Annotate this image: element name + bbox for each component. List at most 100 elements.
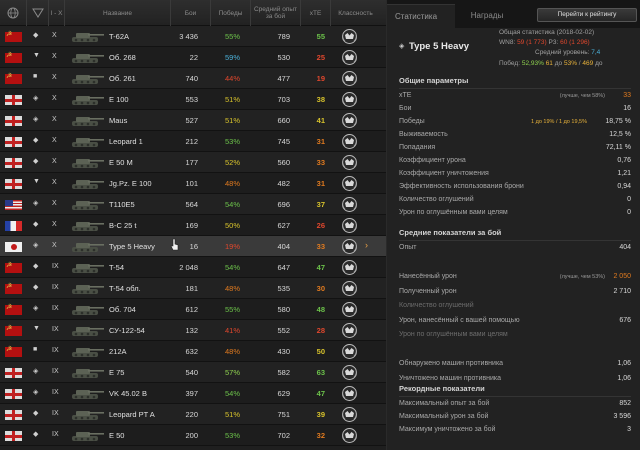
tier-cell: X — [52, 95, 57, 102]
stat-row: Эффективность использования брони 0,94 — [399, 183, 631, 195]
vehicle-type-icon: ◆ — [33, 32, 39, 39]
usa-flag-icon — [5, 200, 22, 210]
battles-cell: 200 — [185, 431, 198, 440]
xte-cell: 48 — [316, 305, 325, 314]
table-row[interactable]: ▼ IX СУ-122-54 132 41% 552 28 — [0, 320, 386, 341]
divider — [399, 88, 631, 89]
mastery-header[interactable]: Классность — [330, 0, 380, 26]
vehicle-name: T110E5 — [109, 200, 135, 209]
table-row[interactable]: ◈ X Maus 527 51% 660 41 — [0, 110, 386, 131]
table-row[interactable]: ■ X Об. 261 740 44% 477 19 — [0, 68, 386, 89]
stat-label: Нанесённый урон — [399, 273, 457, 280]
germany-flag-icon — [5, 410, 22, 420]
vehicle-name: Об. 704 — [109, 305, 136, 314]
table-row[interactable]: ◈ X Type 5 Heavy 16 19% 404 33 › — [0, 236, 386, 257]
xte-cell: 26 — [316, 221, 325, 230]
wins-cell: 48% — [224, 179, 240, 188]
stat-label: Урон, нанесённый с вашей помощью — [399, 316, 520, 324]
avg-exp-cell: 580 — [277, 305, 290, 314]
table-row[interactable]: ◆ X E 50 M 177 52% 560 33 — [0, 152, 386, 173]
table-row[interactable]: ◆ IX T-54 обл. 181 48% 535 30 — [0, 278, 386, 299]
wins-header[interactable]: Победы — [210, 0, 250, 26]
battles-cell: 181 — [185, 284, 198, 293]
wins-cell: 44% — [224, 74, 240, 83]
stat-label: Максимальный опыт за бой — [399, 400, 490, 407]
stat-value: 404 — [619, 244, 631, 251]
stat-label: Количество оглушений — [399, 196, 474, 203]
mastery-badge-icon — [342, 302, 357, 317]
battles-cell: 564 — [185, 200, 198, 209]
battles-cell: 22 — [189, 53, 198, 62]
tier-header[interactable]: I - X — [48, 0, 64, 26]
stat-value: 16 — [623, 105, 631, 112]
vehicle-type-icon: ■ — [33, 346, 38, 353]
vehicle-name: Maus — [109, 116, 128, 125]
table-row[interactable]: ◈ X E 100 553 51% 703 38 — [0, 89, 386, 110]
battles-header[interactable]: Бои — [170, 0, 210, 26]
stat-row: Урон по оглушённым вами целям — [399, 331, 631, 343]
name-header[interactable]: Название — [64, 0, 170, 26]
ussr-flag-icon — [5, 51, 22, 63]
battles-cell: 220 — [185, 410, 198, 419]
mastery-badge-icon — [342, 113, 357, 128]
germany-flag-icon — [5, 368, 22, 378]
table-row[interactable]: ◈ IX E 75 540 57% 582 63 — [0, 362, 386, 383]
table-row[interactable]: ◆ IX T-54 2 048 54% 647 47 — [0, 257, 386, 278]
vehicle-type-icon: ◈ — [33, 95, 39, 102]
avg-exp-header[interactable]: Средний опыт за бой — [250, 0, 300, 26]
tank-thumbnail-icon — [72, 306, 104, 315]
mastery-badge-icon — [342, 407, 357, 422]
table-row[interactable]: ■ IX 212A 632 48% 430 50 — [0, 341, 386, 362]
table-row[interactable]: ◈ IX VK 45.02 B 397 54% 629 47 — [0, 383, 386, 404]
ussr-flag-icon — [5, 345, 22, 357]
vehicle-type-icon: ◆ — [33, 431, 39, 438]
tank-thumbnail-icon — [72, 138, 104, 147]
tank-thumbnail-icon — [72, 75, 104, 84]
stat-value: 3 — [627, 426, 631, 433]
table-row[interactable]: ◆ X B-C 25 t 169 50% 627 26 — [0, 215, 386, 236]
table-row[interactable]: ◆ IX Leopard PT A 220 51% 751 39 — [0, 404, 386, 425]
avg-level-value: 7,4 — [591, 49, 601, 56]
expand-arrow-icon[interactable]: › — [365, 240, 368, 250]
table-row[interactable]: ◆ X T-62A 3 436 55% 789 55 — [0, 26, 386, 47]
avg-exp-cell: 696 — [277, 200, 290, 209]
table-row[interactable]: ◈ IX Об. 704 612 55% 580 48 — [0, 299, 386, 320]
table-row[interactable]: ▼ X Jg.Pz. E 100 101 48% 482 31 — [0, 173, 386, 194]
germany-flag-icon — [5, 95, 22, 105]
tier-cell: IX — [52, 368, 59, 375]
tank-thumbnail-icon — [72, 222, 104, 231]
battles-cell: 740 — [185, 74, 198, 83]
tank-thumbnail-icon — [72, 243, 104, 252]
table-row[interactable]: ◈ X T110E5 564 54% 696 37 — [0, 194, 386, 215]
xte-header[interactable]: xTE — [300, 0, 330, 26]
stat-row: Нанесённый урон (лучше, чем 53%) 2 050 — [399, 273, 631, 285]
table-row[interactable]: ▼ X Об. 268 22 59% 530 25 — [0, 47, 386, 68]
avg-exp-cell: 582 — [277, 368, 290, 377]
xte-cell: 19 — [316, 74, 325, 83]
battles-cell: 612 — [185, 305, 198, 314]
tank-thumbnail-icon — [72, 96, 104, 105]
wins-b: 53% — [563, 60, 577, 67]
tank-thumbnail-icon — [72, 54, 104, 63]
nation-filter[interactable] — [0, 0, 26, 26]
tab-statistics[interactable]: Статистика — [387, 4, 455, 28]
type-filter[interactable] — [26, 0, 48, 26]
stat-row: Урон по оглушённым вами целям 0 — [399, 209, 631, 221]
globe-icon — [7, 7, 19, 19]
xte-cell: 25 — [316, 53, 325, 62]
xte-cell: 37 — [316, 200, 325, 209]
mastery-badge-icon — [342, 29, 357, 44]
xte-cell: 55 — [316, 32, 325, 41]
tier-cell: IX — [52, 410, 59, 417]
table-row[interactable]: ◆ X Leopard 1 212 53% 745 31 — [0, 131, 386, 152]
vehicle-name: Leopard 1 — [109, 137, 143, 146]
france-flag-icon — [5, 221, 22, 231]
tab-awards[interactable]: Награды — [455, 4, 519, 28]
section-records: Рекордные показатели — [399, 384, 485, 393]
stat-label: Максимальный урон за бой — [399, 413, 489, 420]
wins-cell: 48% — [224, 347, 240, 356]
battles-cell: 177 — [185, 158, 198, 167]
go-to-rating-button[interactable]: Перейти к рейтингу — [537, 8, 637, 22]
avg-exp-cell: 703 — [277, 95, 290, 104]
table-row[interactable]: ◆ IX E 50 200 53% 702 32 — [0, 425, 386, 446]
